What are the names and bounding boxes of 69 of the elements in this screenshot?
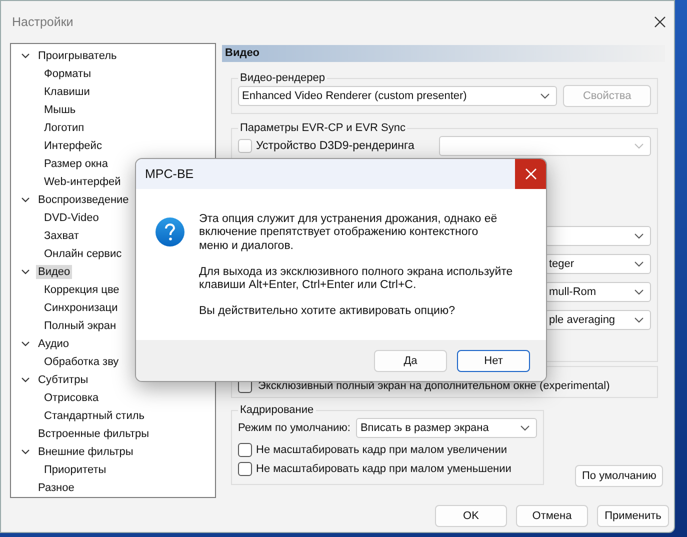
dialog-button[interactable]: Нет bbox=[457, 350, 530, 372]
dialog-message: Вы действительно хотите активировать опцию? bbox=[199, 305, 456, 319]
dialog-button[interactable]: Применить bbox=[597, 505, 669, 527]
tree-item[interactable]: Web-интерфей bbox=[42, 175, 123, 189]
tree-item[interactable]: Приоритеты bbox=[42, 463, 108, 477]
tree-item[interactable]: Полный экран bbox=[42, 319, 118, 333]
chevron-down-icon bbox=[634, 233, 644, 239]
chevron-icon[interactable] bbox=[21, 197, 30, 203]
dialog-button[interactable]: OK bbox=[435, 505, 507, 527]
checkbox-label: Устройство D3D9-рендеринга bbox=[256, 140, 414, 152]
checkbox[interactable] bbox=[238, 443, 252, 457]
chevron-down-icon bbox=[634, 261, 644, 267]
checkbox-label: Не масштабировать кадр при малом уменьшении bbox=[256, 463, 512, 475]
tree-item[interactable]: Онлайн сервис bbox=[42, 247, 124, 261]
close-icon bbox=[524, 168, 536, 180]
dialog-button[interactable]: Да bbox=[374, 350, 447, 372]
dropdown[interactable]: mull-Rom bbox=[545, 282, 651, 302]
dialog-message: Для выхода из эксклюзивного полного экрана используйте клавиши Alt+Enter, Ctrl+Enter или Ctrl+C. bbox=[199, 266, 513, 292]
group-title: Кадрирование bbox=[239, 404, 315, 416]
tree-item[interactable]: Мышь bbox=[42, 103, 78, 117]
tree-item[interactable]: Интерфейс bbox=[42, 139, 104, 153]
dropdown[interactable]: ple averaging bbox=[545, 310, 651, 330]
dialog-title: MPC-BE bbox=[144, 167, 194, 181]
tree-item[interactable]: Аудио bbox=[36, 337, 72, 351]
chevron-icon[interactable] bbox=[21, 53, 30, 59]
tree-item[interactable]: DVD-Video bbox=[42, 211, 101, 225]
close-button[interactable] bbox=[515, 159, 546, 189]
chevron-icon[interactable] bbox=[21, 269, 30, 275]
window-title: Настройки bbox=[12, 15, 74, 29]
tree-item[interactable]: Коррекция цве bbox=[42, 283, 122, 297]
checkbox-label: Не масштабировать кадр при малом увеличении bbox=[256, 444, 508, 456]
chevron-down-icon bbox=[634, 143, 644, 149]
dialog-message: Эта опция служит для устранения дрожания, однако её включение препятствует отображению контекстного меню и диалогов. bbox=[199, 213, 498, 253]
mode-dropdown[interactable]: Вписать в размер экрана bbox=[356, 418, 537, 438]
tree-item[interactable]: Захват bbox=[42, 229, 81, 243]
renderer-dropdown[interactable]: Enhanced Video Renderer (custom presenter) bbox=[238, 86, 558, 106]
tree-item[interactable]: Отрисовка bbox=[42, 391, 101, 405]
dialog-button[interactable]: Отмена bbox=[516, 505, 588, 527]
tree-item[interactable]: Видео bbox=[36, 265, 72, 279]
tree-item[interactable]: Проигрыватель bbox=[36, 49, 119, 63]
group-title: Параметры EVR-CP и EVR Sync bbox=[239, 122, 406, 134]
tree-item[interactable]: Обработка зву bbox=[42, 355, 121, 369]
mode-label: Режим по умолчанию: bbox=[238, 422, 350, 434]
question-icon bbox=[155, 217, 185, 247]
chevron-icon[interactable] bbox=[21, 341, 30, 347]
dropdown[interactable]: teger bbox=[545, 254, 651, 274]
page-header: Видео bbox=[222, 45, 665, 62]
chevron-icon[interactable] bbox=[21, 377, 30, 383]
tree-item[interactable]: Синхронизаци bbox=[42, 301, 120, 315]
defaults-button[interactable]: По умолчанию bbox=[575, 465, 664, 487]
chevron-icon[interactable] bbox=[21, 449, 30, 455]
chevron-down-icon bbox=[520, 425, 530, 431]
tree-item[interactable]: Разное bbox=[36, 481, 76, 495]
tree-item[interactable]: Логотип bbox=[42, 121, 86, 135]
tree-item[interactable]: Стандартный стиль bbox=[42, 409, 147, 423]
chevron-down-icon bbox=[634, 289, 644, 295]
tree-item[interactable]: Размер окна bbox=[42, 157, 110, 171]
tree-item[interactable]: Клавиши bbox=[42, 85, 92, 99]
tree-item[interactable]: Воспроизведение bbox=[36, 193, 131, 207]
group-title: Видео-рендерер bbox=[239, 72, 326, 84]
chevron-down-icon bbox=[540, 93, 550, 99]
chevron-down-icon bbox=[634, 317, 644, 323]
tree-item[interactable]: Форматы bbox=[42, 67, 93, 81]
checkbox[interactable] bbox=[238, 462, 252, 476]
tree-item[interactable]: Внешние фильтры bbox=[36, 445, 136, 459]
checkbox-label: Эксклюзивный полный экран на дополнительном окне (experimental) bbox=[258, 380, 610, 392]
tree-item[interactable]: Субтитры bbox=[36, 373, 90, 387]
close-icon[interactable] bbox=[654, 16, 666, 28]
tree-item[interactable]: Встроенные фильтры bbox=[36, 427, 152, 441]
